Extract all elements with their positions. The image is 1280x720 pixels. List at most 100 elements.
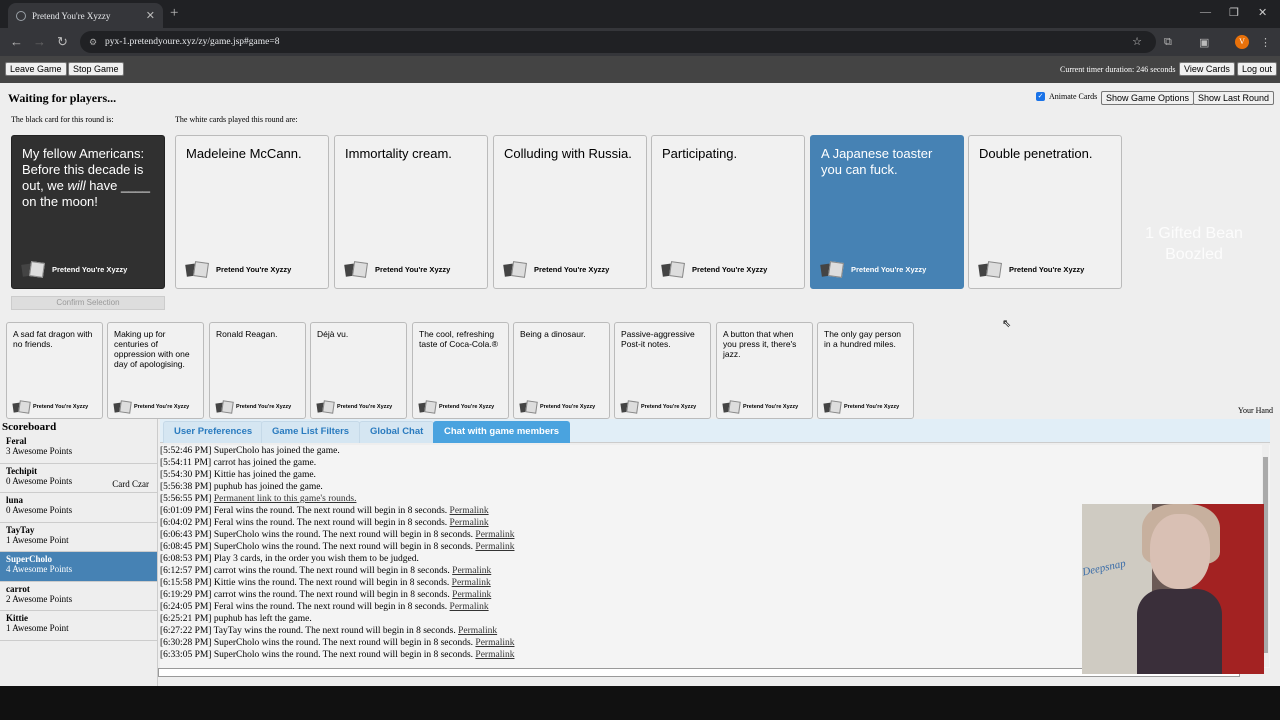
site-favicon-icon	[16, 10, 26, 21]
card-deck: Pretend You're Xyzzy	[662, 262, 767, 276]
browser-tab-strip: Pretend You're Xyzzy ✕ + — ❐ ✕	[0, 0, 1280, 28]
rounds-permalink[interactable]: Permanent link to this game's rounds.	[214, 494, 357, 504]
black-card-text: My fellow Americans: Before this decade …	[22, 146, 150, 209]
permalink[interactable]: Permalink	[475, 530, 514, 540]
card-czar-badge: Card Czar	[112, 478, 149, 489]
card-text: Ronald Reagan.	[216, 329, 278, 339]
view-cards-button[interactable]: View Cards	[1179, 62, 1235, 76]
menu-kebab-icon[interactable]: ⋮	[1260, 36, 1271, 49]
tab-user-preferences[interactable]: User Preferences	[163, 421, 264, 443]
card-text: Madeleine McCann.	[186, 146, 302, 161]
profile-avatar[interactable]: V	[1235, 35, 1249, 49]
played-card[interactable]: Double penetration. Pretend You're Xyzzy	[968, 135, 1122, 289]
card-deck: Pretend You're Xyzzy	[419, 401, 494, 412]
mouse-cursor-icon: ⇖	[1002, 318, 1012, 330]
hand-card[interactable]: Making up for centuries of oppression wi…	[107, 322, 204, 419]
new-tab-icon[interactable]: +	[170, 5, 178, 22]
permalink[interactable]: Permalink	[458, 626, 497, 636]
stop-game-button[interactable]: Stop Game	[68, 62, 124, 76]
webcam-overlay: Deepsnap	[1082, 504, 1264, 674]
hand-card[interactable]: Déjà vu. Pretend You're Xyzzy	[310, 322, 407, 419]
card-text: Déjà vu.	[317, 329, 349, 339]
hand-card[interactable]: Passive-aggressive Post-it notes. Preten…	[614, 322, 711, 419]
hand-card[interactable]: The cool, refreshing taste of Coca-Cola.…	[412, 322, 509, 419]
card-text: A button that when you press it, there's…	[723, 329, 797, 359]
stream-overlay-text: 1 Gifted Bean Boozled	[1145, 225, 1243, 263]
permalink[interactable]: Permalink	[475, 638, 514, 648]
scoreboard-title: Scoreboard	[2, 421, 57, 433]
reading-list-icon[interactable]: ▣	[1199, 36, 1209, 49]
close-tab-icon[interactable]: ✕	[146, 9, 155, 22]
show-game-options-button[interactable]: Show Game Options	[1101, 91, 1195, 105]
confirm-selection-button[interactable]: Confirm Selection	[11, 296, 165, 310]
card-deck: Pretend You're Xyzzy	[520, 401, 595, 412]
reload-icon[interactable]: ↻	[57, 34, 68, 50]
animate-cards-label: Animate Cards	[1049, 92, 1098, 101]
card-deck: Pretend You're Xyzzy	[22, 262, 127, 276]
deck-logo-icon	[520, 401, 536, 412]
deck-logo-icon	[13, 401, 29, 412]
player-row: carrot 2 Awesome Points	[0, 582, 157, 611]
deck-logo-icon	[216, 401, 232, 412]
player-row: luna 0 Awesome Points	[0, 493, 157, 523]
deck-logo-icon	[662, 262, 684, 276]
card-text: Immortality cream.	[345, 146, 452, 161]
hand-card[interactable]: The only gay person in a hundred miles. …	[817, 322, 914, 419]
hand-card[interactable]: A button that when you press it, there's…	[716, 322, 813, 419]
card-deck: Pretend You're Xyzzy	[723, 401, 798, 412]
scoreboard: Scoreboard Feral 3 Awesome Points Techipi…	[0, 419, 158, 686]
card-text: Double penetration.	[979, 146, 1093, 161]
deck-logo-icon	[114, 401, 130, 412]
address-bar[interactable]: ⚙ pyx-1.pretendyoure.xyz/zy/game.jsp#gam…	[80, 31, 1156, 53]
permalink[interactable]: Permalink	[452, 590, 491, 600]
restore-icon[interactable]: ❐	[1229, 6, 1239, 19]
hand-card[interactable]: Ronald Reagan. Pretend You're Xyzzy	[209, 322, 306, 419]
chat-message: [5:56:38 PM] puphub has joined the game.	[160, 482, 323, 492]
permalink[interactable]: Permalink	[452, 566, 491, 576]
tab-game-list-filters[interactable]: Game List Filters	[261, 421, 361, 443]
permalink[interactable]: Permalink	[452, 578, 491, 588]
extensions-icon[interactable]: ⧉	[1164, 36, 1172, 49]
animate-cards-checkbox[interactable]: ✓	[1036, 92, 1045, 101]
deck-logo-icon	[419, 401, 435, 412]
back-icon[interactable]: ←	[10, 34, 23, 50]
permalink[interactable]: Permalink	[475, 650, 514, 660]
minimize-icon[interactable]: —	[1200, 6, 1211, 18]
played-card[interactable]: Colluding with Russia. Pretend You're Xy…	[493, 135, 647, 289]
forward-icon[interactable]: →	[33, 34, 46, 50]
player-row: Kittie 1 Awesome Point	[0, 611, 157, 641]
chat-input[interactable]	[158, 668, 1240, 677]
tab-game-chat[interactable]: Chat with game members	[433, 421, 571, 443]
hand-card[interactable]: Being a dinosaur. Pretend You're Xyzzy	[513, 322, 610, 419]
show-last-round-button[interactable]: Show Last Round	[1193, 91, 1275, 105]
card-deck: Pretend You're Xyzzy	[824, 401, 899, 412]
card-deck: Pretend You're Xyzzy	[504, 262, 609, 276]
leave-game-button[interactable]: Leave Game	[5, 62, 67, 76]
card-text: Being a dinosaur.	[520, 329, 586, 339]
browser-tab[interactable]: Pretend You're Xyzzy ✕	[8, 3, 163, 28]
player-row: Techipit 0 Awesome Points Card Czar	[0, 464, 157, 493]
timer-duration: Current timer duration: 246 seconds	[1060, 65, 1176, 74]
animate-cards-toggle[interactable]: ✓ Animate Cards	[1036, 92, 1097, 101]
permalink[interactable]: Permalink	[450, 602, 489, 612]
played-card[interactable]: Immortality cream. Pretend You're Xyzzy	[334, 135, 488, 289]
card-deck: Pretend You're Xyzzy	[345, 262, 450, 276]
bookmark-star-icon[interactable]: ☆	[1132, 31, 1142, 53]
chat-message: [5:52:46 PM] SuperCholo has joined the g…	[160, 446, 340, 456]
permalink[interactable]: Permalink	[450, 506, 489, 516]
site-settings-icon[interactable]: ⚙	[89, 31, 97, 53]
tab-global-chat[interactable]: Global Chat	[359, 421, 435, 443]
card-deck: Pretend You're Xyzzy	[979, 262, 1084, 276]
hand-card[interactable]: A sad fat dragon with no friends. Preten…	[6, 322, 103, 419]
deck-logo-icon	[723, 401, 739, 412]
black-card-label: The black card for this round is:	[11, 115, 114, 124]
browser-toolbar: ← → ↻ ⚙ pyx-1.pretendyoure.xyz/zy/game.j…	[0, 28, 1280, 56]
card-deck: Pretend You're Xyzzy	[216, 401, 291, 412]
window-close-icon[interactable]: ✕	[1258, 6, 1267, 19]
permalink[interactable]: Permalink	[475, 542, 514, 552]
logout-button[interactable]: Log out	[1237, 62, 1278, 76]
played-card[interactable]: Participating. Pretend You're Xyzzy	[651, 135, 805, 289]
permalink[interactable]: Permalink	[450, 518, 489, 528]
played-card[interactable]: Madeleine McCann. Pretend You're Xyzzy	[175, 135, 329, 289]
played-card-selected[interactable]: A Japanese toaster you can fuck. Pretend…	[810, 135, 964, 289]
